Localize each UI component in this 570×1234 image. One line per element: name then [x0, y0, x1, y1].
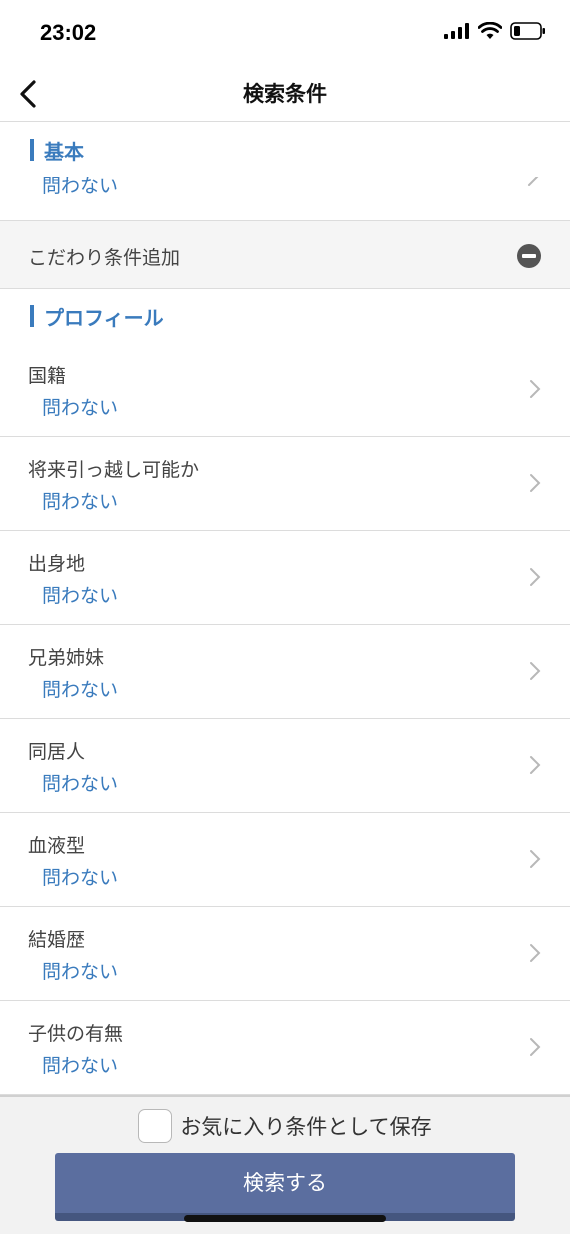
list-item-title: 出身地: [28, 553, 86, 575]
list-item-value: 問わない: [42, 867, 119, 889]
save-favorite-row: お気に入り条件として保存: [0, 1109, 570, 1143]
wifi-icon: [478, 22, 502, 39]
chevron-right-icon: [530, 756, 541, 774]
save-favorite-checkbox[interactable]: [138, 1109, 173, 1143]
list-item-basic-partial[interactable]: 問わない: [0, 177, 570, 221]
list-item[interactable]: 兄弟姉妹 問わない: [0, 625, 570, 719]
list-item-value: 問わない: [42, 961, 119, 983]
battery-icon: [510, 22, 545, 40]
chevron-right-icon: [530, 380, 541, 398]
section-label: プロフィール: [44, 305, 164, 330]
list-item[interactable]: 同居人 問わない: [0, 719, 570, 813]
list-item-value: 問わない: [42, 773, 119, 795]
list-item[interactable]: 血液型 問わない: [0, 813, 570, 907]
search-button[interactable]: 検索する: [55, 1153, 515, 1221]
list-item[interactable]: 出身地 問わない: [0, 531, 570, 625]
list-item-title: 結婚歴: [28, 929, 86, 951]
list-item[interactable]: 子供の有無 問わない: [0, 1001, 570, 1095]
list-item-title: 同居人: [28, 741, 86, 763]
list-item-title: 将来引っ越し可能か: [28, 459, 200, 481]
signal-icon: [444, 23, 469, 39]
section-header-profile: プロフィール: [0, 289, 570, 343]
section-accent-bar: [30, 305, 34, 327]
list-item[interactable]: 将来引っ越し可能か 問わない: [0, 437, 570, 531]
chevron-right-icon: [528, 177, 539, 186]
chevron-right-icon: [530, 944, 541, 962]
chevron-right-icon: [530, 662, 541, 680]
chevron-right-icon: [530, 850, 541, 868]
addon-conditions-row[interactable]: こだわり条件追加: [0, 221, 570, 289]
chevron-right-icon: [530, 1038, 541, 1056]
footer: お気に入り条件として保存 検索する: [0, 1095, 570, 1234]
list-item-value: 問わない: [42, 679, 119, 701]
list-item-title: 国籍: [28, 365, 67, 387]
section-header-basic: 基本: [0, 123, 570, 177]
section-label: 基本: [44, 139, 84, 164]
list-item-value: 問わない: [42, 1055, 119, 1077]
status-time: 23:02: [40, 20, 97, 45]
list-item-value: 問わない: [42, 397, 119, 419]
list-item-title: 子供の有無: [28, 1023, 124, 1045]
save-favorite-label[interactable]: お気に入り条件として保存: [180, 1111, 431, 1141]
page-title: 検索条件: [243, 82, 327, 106]
chevron-right-icon: [530, 474, 541, 492]
status-bar: 23:02: [0, 0, 570, 66]
minus-circle-icon[interactable]: [516, 243, 542, 269]
list-item-title: 兄弟姉妹: [28, 647, 105, 669]
nav-bar: 検索条件: [0, 66, 570, 122]
section-accent-bar: [30, 139, 34, 161]
list-item-value: 問わない: [42, 491, 119, 513]
list-item-value: 問わない: [42, 177, 119, 197]
status-icons: [444, 22, 546, 40]
list-item-value: 問わない: [42, 585, 119, 607]
addon-label: こだわり条件追加: [28, 247, 181, 269]
chevron-right-icon: [530, 568, 541, 586]
list-item[interactable]: 国籍 問わない: [0, 343, 570, 437]
list-item-title: 血液型: [28, 835, 86, 857]
content-list[interactable]: 基本 問わない こだわり条件追加 プロフィール 国籍 問わない 将来引っ越し可能…: [0, 123, 570, 1095]
list-item[interactable]: 結婚歴 問わない: [0, 907, 570, 1001]
home-indicator: [184, 1215, 386, 1222]
